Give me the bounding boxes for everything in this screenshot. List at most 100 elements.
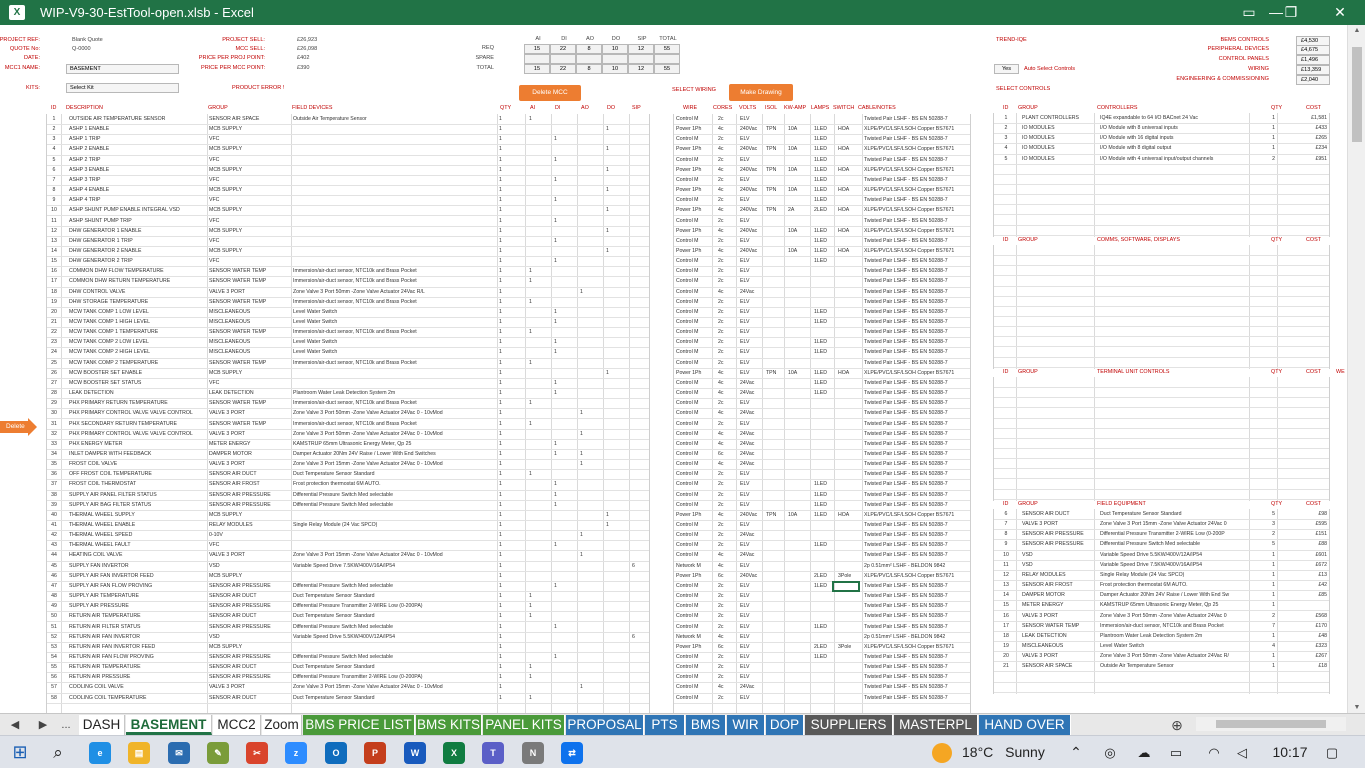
- point-field[interactable]: Variable Speed Drive 5.5KW/400V/12A/IP54: [293, 633, 495, 643]
- point-do[interactable]: 1: [606, 145, 620, 155]
- point-id[interactable]: 49: [47, 602, 61, 612]
- point-qty[interactable]: 1: [499, 643, 511, 653]
- point-ai[interactable]: 1: [529, 602, 543, 612]
- point-group[interactable]: MCB SUPPLY: [209, 145, 289, 155]
- point-di[interactable]: 1: [554, 653, 568, 663]
- tab-bms-price-list[interactable]: BMS PRICE LIST: [303, 715, 415, 735]
- wiring-row[interactable]: Control M 2c ELV 1LED Twisted Pair LSHF - BS…: [674, 491, 970, 501]
- field_equipment-group[interactable]: SENSOR AIR PRESSURE: [1022, 530, 1094, 540]
- tab-prev-icon[interactable]: ◀: [8, 715, 22, 735]
- point-ao[interactable]: 1: [580, 409, 594, 419]
- point-qty[interactable]: 1: [499, 308, 511, 318]
- point-row[interactable]: 24 MCW TANK COMP 2 HIGH LEVEL MISCLEANEOUS…: [47, 348, 649, 359]
- point-id[interactable]: 38: [47, 491, 61, 501]
- field_equipment-group[interactable]: SENSOR AIR FROST: [1022, 581, 1094, 591]
- tab-dash[interactable]: DASH: [79, 715, 125, 735]
- wiring-wire[interactable]: Power 1Ph: [676, 166, 706, 176]
- field_equipment-qty[interactable]: 1: [1253, 591, 1275, 601]
- point-field[interactable]: Duct Temperature Sensor Standard: [293, 612, 495, 622]
- wiring-wire[interactable]: Control M: [676, 694, 706, 704]
- controllers-cost[interactable]: £1,581: [1281, 114, 1327, 124]
- point-di[interactable]: 1: [554, 135, 568, 145]
- point-desc[interactable]: RETURN AIR FAN INVERTOR FEED: [69, 643, 209, 653]
- point-group[interactable]: VSD: [209, 562, 289, 572]
- wiring-sw[interactable]: HOA: [838, 206, 858, 216]
- field_equipment-row[interactable]: 17 SENSOR WATER TEMP Immersion/air-duct se…: [994, 622, 1329, 632]
- point-field[interactable]: Immersion/air-duct sensor, NTC10k and Br…: [293, 420, 495, 430]
- field_equipment-qty[interactable]: 4: [1253, 642, 1275, 652]
- wiring-wire[interactable]: Control M: [676, 379, 706, 389]
- wiring-wire[interactable]: Control M: [676, 348, 706, 358]
- point-field[interactable]: Differential Pressure Switch Med selecta…: [293, 501, 495, 511]
- point-group[interactable]: SENSOR AIR FROST: [209, 480, 289, 490]
- controllers-qty[interactable]: 2: [1253, 155, 1275, 165]
- wiring-lamps[interactable]: 1LED: [814, 257, 834, 267]
- point-ai[interactable]: 1: [529, 663, 543, 673]
- wiring-row[interactable]: Control M 2c ELV Twisted Pair LSHF - BS EN …: [674, 328, 970, 339]
- point-desc[interactable]: COMMON DHW RETURN TEMPERATURE: [69, 277, 209, 287]
- tab-wir[interactable]: WIR: [727, 715, 765, 735]
- tab-hand-over[interactable]: HAND OVER: [979, 715, 1071, 735]
- point-qty[interactable]: 1: [499, 612, 511, 622]
- point-id[interactable]: 17: [47, 277, 61, 287]
- wiring-volts[interactable]: ELV: [740, 602, 764, 612]
- wiring-wire[interactable]: Control M: [676, 480, 706, 490]
- point-id[interactable]: 12: [47, 227, 61, 237]
- point-group[interactable]: MCB SUPPLY: [209, 643, 289, 653]
- wiring-wire[interactable]: Power 1Ph: [676, 511, 706, 521]
- controllers-name[interactable]: I/O Module with 8 digital output: [1100, 144, 1248, 154]
- field_equipment-group[interactable]: LEAK DETECTION: [1022, 632, 1094, 642]
- wiring-volts[interactable]: ELV: [740, 237, 764, 247]
- point-group[interactable]: SENSOR WATER TEMP: [209, 277, 289, 287]
- point-field[interactable]: Differential Pressure Switch Med selecta…: [293, 491, 495, 501]
- wifi-icon[interactable]: ◠: [1204, 736, 1224, 769]
- point-qty[interactable]: 1: [499, 257, 511, 267]
- wiring-sw[interactable]: 3Pole: [838, 643, 858, 653]
- wiring-row[interactable]: Control M 2c ELV Twisted Pair LSHF - BS EN …: [674, 592, 970, 603]
- point-qty[interactable]: 1: [499, 348, 511, 358]
- field_equipment-id[interactable]: 17: [998, 622, 1014, 632]
- wiring-cores[interactable]: 2c: [718, 491, 734, 501]
- wiring-lamps[interactable]: 1LED: [814, 145, 834, 155]
- wiring-wire[interactable]: Control M: [676, 156, 706, 166]
- point-group[interactable]: SENSOR AIR SPACE: [209, 115, 289, 125]
- controllers-row[interactable]: 1 PLANT CONTROLLERS IQ4E expandable to 64 …: [994, 114, 1329, 125]
- point-row[interactable]: 44 HEATING COIL VALVE VALVE 3 PORT Zone Val…: [47, 551, 649, 562]
- wiring-lamps[interactable]: 2LED: [814, 206, 834, 216]
- point-row[interactable]: 15 DHW GENERATOR 2 TRIP VFC 1 1: [47, 257, 649, 268]
- field_equipment-cost[interactable]: £568: [1281, 612, 1327, 622]
- point-group[interactable]: SENSOR AIR PRESSURE: [209, 673, 289, 683]
- wiring-cores[interactable]: 2c: [718, 156, 734, 166]
- wiring-volts[interactable]: ELV: [740, 318, 764, 328]
- point-field[interactable]: Plantroom Water Leak Detection System 2m: [293, 389, 495, 399]
- wiring-wire[interactable]: Power 1Ph: [676, 186, 706, 196]
- field_equipment-cost[interactable]: £88: [1281, 540, 1327, 550]
- field_equipment-name[interactable]: Frost protection thermostat 6M AUTO.: [1100, 581, 1248, 591]
- point-desc[interactable]: MCW TANK COMP 1 TEMPERATURE: [69, 328, 209, 338]
- wiring-cores[interactable]: 2c: [718, 277, 734, 287]
- terminal-row[interactable]: [994, 469, 1329, 480]
- field_equipment-qty[interactable]: 1: [1253, 632, 1275, 642]
- point-row[interactable]: 26 MCW BOOSTER SET ENABLE MCB SUPPLY 1 1: [47, 369, 649, 379]
- controllers-name[interactable]: IQ4E expandable to 64 I/O BACnet 24 Vac: [1100, 114, 1248, 124]
- wiring-cable[interactable]: Twisted Pair LSHF - BS EN 50288-7: [864, 217, 972, 227]
- wiring-row[interactable]: Power 1Ph 4c 240Vac TPN 10A 1LED HOA XLPE/PVC/L…: [674, 186, 970, 197]
- wiring-cable[interactable]: Twisted Pair LSHF - BS EN 50288-7: [864, 470, 972, 480]
- point-id[interactable]: 36: [47, 470, 61, 480]
- point-desc[interactable]: RETURN AIR FAN INVERTOR: [69, 633, 209, 643]
- point-field[interactable]: Differential Pressure Transmitter 2-WIRE…: [293, 602, 495, 612]
- field_equipment-group[interactable]: SENSOR WATER TEMP: [1022, 622, 1094, 632]
- point-field[interactable]: Outside Air Temperature Sensor: [293, 115, 495, 125]
- wiring-volts[interactable]: ELV: [740, 399, 764, 409]
- point-id[interactable]: 34: [47, 450, 61, 460]
- wiring-wire[interactable]: Control M: [676, 359, 706, 369]
- field_equipment-cost[interactable]: £601: [1281, 551, 1327, 561]
- wiring-isol[interactable]: TPN: [766, 125, 784, 135]
- wiring-row[interactable]: Control M 2c ELV Twisted Pair LSHF - BS EN …: [674, 420, 970, 430]
- point-qty[interactable]: 1: [499, 389, 511, 399]
- wiring-cable[interactable]: Twisted Pair LSHF - BS EN 50288-7: [864, 409, 972, 419]
- point-id[interactable]: 1: [47, 115, 61, 125]
- point-di[interactable]: 1: [554, 308, 568, 318]
- wiring-kw[interactable]: 10A: [788, 166, 806, 176]
- point-desc[interactable]: COOLING COIL TEMPERATURE: [69, 694, 209, 704]
